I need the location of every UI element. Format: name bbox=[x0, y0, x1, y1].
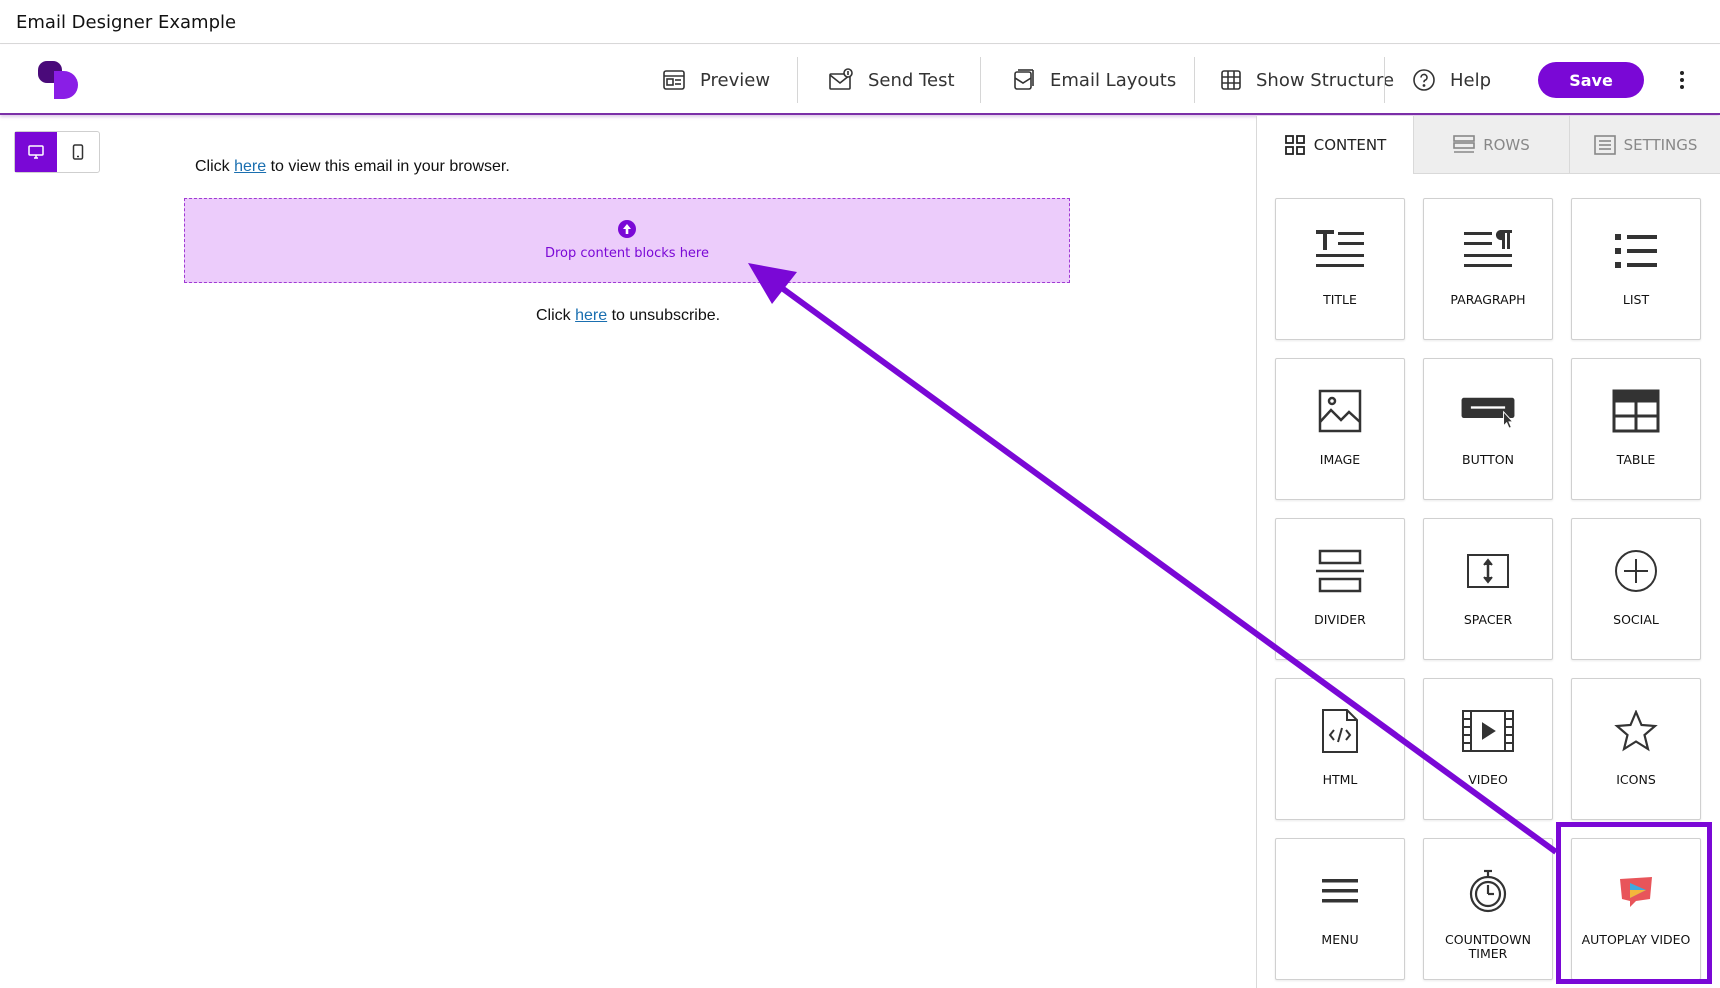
block-title-label: TITLE bbox=[1323, 292, 1357, 307]
block-menu[interactable]: MENU bbox=[1275, 838, 1405, 980]
preview-icon bbox=[663, 70, 685, 90]
block-title[interactable]: TITLE bbox=[1275, 198, 1405, 340]
block-video[interactable]: VIDEO bbox=[1423, 678, 1553, 820]
block-autoplay-video-label: AUTOPLAY VIDEO bbox=[1581, 932, 1691, 947]
block-social-label: SOCIAL bbox=[1613, 612, 1659, 627]
block-countdown-timer[interactable]: COUNTDOWN TIMER bbox=[1423, 838, 1553, 980]
block-divider[interactable]: DIVIDER bbox=[1275, 518, 1405, 660]
toolbar-divider bbox=[1194, 57, 1195, 103]
send-test-label: Send Test bbox=[868, 69, 955, 91]
show-structure-button[interactable]: Show Structure bbox=[1220, 45, 1394, 115]
tab-content[interactable]: CONTENT bbox=[1257, 116, 1413, 174]
social-icon bbox=[1615, 550, 1657, 592]
preview-button[interactable]: Preview bbox=[662, 45, 770, 115]
toolbar-divider bbox=[980, 57, 981, 103]
more-options-icon[interactable] bbox=[1672, 67, 1692, 93]
tab-content-label: CONTENT bbox=[1313, 136, 1387, 154]
tab-settings[interactable]: SETTINGS bbox=[1569, 116, 1720, 174]
unsubscribe-line: Click here to unsubscribe. bbox=[536, 307, 720, 325]
block-social[interactable]: SOCIAL bbox=[1571, 518, 1701, 660]
block-icons[interactable]: ICONS bbox=[1571, 678, 1701, 820]
divider-icon bbox=[1316, 549, 1364, 593]
block-table[interactable]: TABLE bbox=[1571, 358, 1701, 500]
view-in-browser-line: Click here to view this email in your br… bbox=[195, 158, 510, 176]
rows-icon bbox=[1453, 134, 1476, 153]
paragraph-icon bbox=[1464, 230, 1512, 267]
device-view-toggle bbox=[14, 131, 100, 173]
spacer-icon bbox=[1467, 554, 1509, 588]
block-video-label: VIDEO bbox=[1468, 772, 1508, 787]
block-image[interactable]: IMAGE bbox=[1275, 358, 1405, 500]
content-panel: CONTENT ROWS SETTINGS TITLE PARAGRAPH LI… bbox=[1256, 116, 1720, 988]
html-icon bbox=[1322, 709, 1358, 753]
tab-rows-label: ROWS bbox=[1483, 135, 1530, 154]
view-in-browser-suffix: to view this email in your browser. bbox=[266, 158, 510, 175]
toolbar-divider bbox=[1384, 57, 1385, 103]
title-icon bbox=[1316, 230, 1364, 267]
dropzone-label: Drop content blocks here bbox=[544, 246, 709, 261]
video-icon bbox=[1462, 710, 1514, 752]
button-icon bbox=[1461, 397, 1515, 429]
menu-icon bbox=[1322, 879, 1358, 903]
save-button[interactable]: Save bbox=[1538, 62, 1644, 98]
view-in-browser-link[interactable]: here bbox=[234, 158, 266, 175]
block-html-label: HTML bbox=[1322, 772, 1358, 787]
content-dropzone[interactable]: Drop content blocks here bbox=[184, 198, 1070, 283]
help-label: Help bbox=[1450, 69, 1492, 91]
upload-arrow-icon bbox=[618, 220, 636, 238]
tab-rows[interactable]: ROWS bbox=[1413, 116, 1569, 174]
image-icon bbox=[1318, 389, 1362, 433]
send-test-icon bbox=[829, 68, 853, 90]
block-list[interactable]: LIST bbox=[1571, 198, 1701, 340]
block-list-label: LIST bbox=[1622, 292, 1650, 307]
window-titlebar: Email Designer Example bbox=[0, 0, 1720, 44]
window-title: Email Designer Example bbox=[16, 12, 237, 33]
settings-document-icon bbox=[1593, 134, 1616, 155]
send-test-button[interactable]: Send Test bbox=[828, 45, 955, 115]
table-icon bbox=[1612, 389, 1660, 433]
unsubscribe-link[interactable]: here bbox=[575, 307, 607, 324]
email-layouts-button[interactable]: Email Layouts bbox=[1012, 45, 1176, 115]
toolbar-divider bbox=[797, 57, 798, 103]
block-menu-label: MENU bbox=[1321, 932, 1359, 947]
grid-icon bbox=[1221, 70, 1241, 90]
mobile-icon bbox=[72, 144, 84, 160]
help-icon bbox=[1413, 69, 1435, 91]
unsubscribe-prefix: Click bbox=[536, 307, 576, 324]
autoplay-video-icon bbox=[1620, 877, 1652, 907]
block-table-label: TABLE bbox=[1616, 452, 1656, 467]
block-divider-label: DIVIDER bbox=[1314, 612, 1366, 627]
block-spacer[interactable]: SPACER bbox=[1423, 518, 1553, 660]
top-toolbar: Preview Send Test Email Layouts Show Str… bbox=[0, 45, 1720, 115]
view-in-browser-prefix: Click bbox=[195, 158, 235, 175]
stopwatch-icon bbox=[1469, 869, 1507, 913]
app-logo-icon bbox=[38, 61, 78, 99]
unsubscribe-suffix: to unsubscribe. bbox=[607, 307, 721, 324]
mobile-view-button[interactable] bbox=[57, 132, 99, 172]
block-html[interactable]: HTML bbox=[1275, 678, 1405, 820]
block-image-label: IMAGE bbox=[1319, 452, 1361, 467]
email-layouts-icon bbox=[1014, 69, 1034, 90]
panel-tabs: CONTENT ROWS SETTINGS bbox=[1257, 116, 1720, 174]
desktop-icon bbox=[28, 145, 44, 159]
show-structure-label: Show Structure bbox=[1256, 69, 1395, 91]
block-paragraph-label: PARAGRAPH bbox=[1450, 292, 1526, 307]
block-button[interactable]: BUTTON bbox=[1423, 358, 1553, 500]
block-icons-label: ICONS bbox=[1616, 772, 1656, 787]
email-layouts-label: Email Layouts bbox=[1050, 69, 1177, 91]
block-autoplay-video[interactable]: AUTOPLAY VIDEO bbox=[1571, 838, 1701, 980]
desktop-view-button[interactable] bbox=[15, 132, 57, 172]
block-spacer-label: SPACER bbox=[1463, 612, 1513, 627]
preview-label: Preview bbox=[700, 69, 771, 91]
star-icon bbox=[1614, 710, 1658, 752]
block-button-label: BUTTON bbox=[1462, 452, 1514, 467]
tab-settings-label: SETTINGS bbox=[1623, 135, 1698, 154]
block-paragraph[interactable]: PARAGRAPH bbox=[1423, 198, 1553, 340]
list-icon bbox=[1615, 234, 1657, 268]
help-button[interactable]: Help bbox=[1412, 45, 1491, 115]
blocks-grid-icon bbox=[1284, 135, 1305, 155]
block-countdown-timer-label: COUNTDOWN TIMER bbox=[1445, 932, 1531, 961]
